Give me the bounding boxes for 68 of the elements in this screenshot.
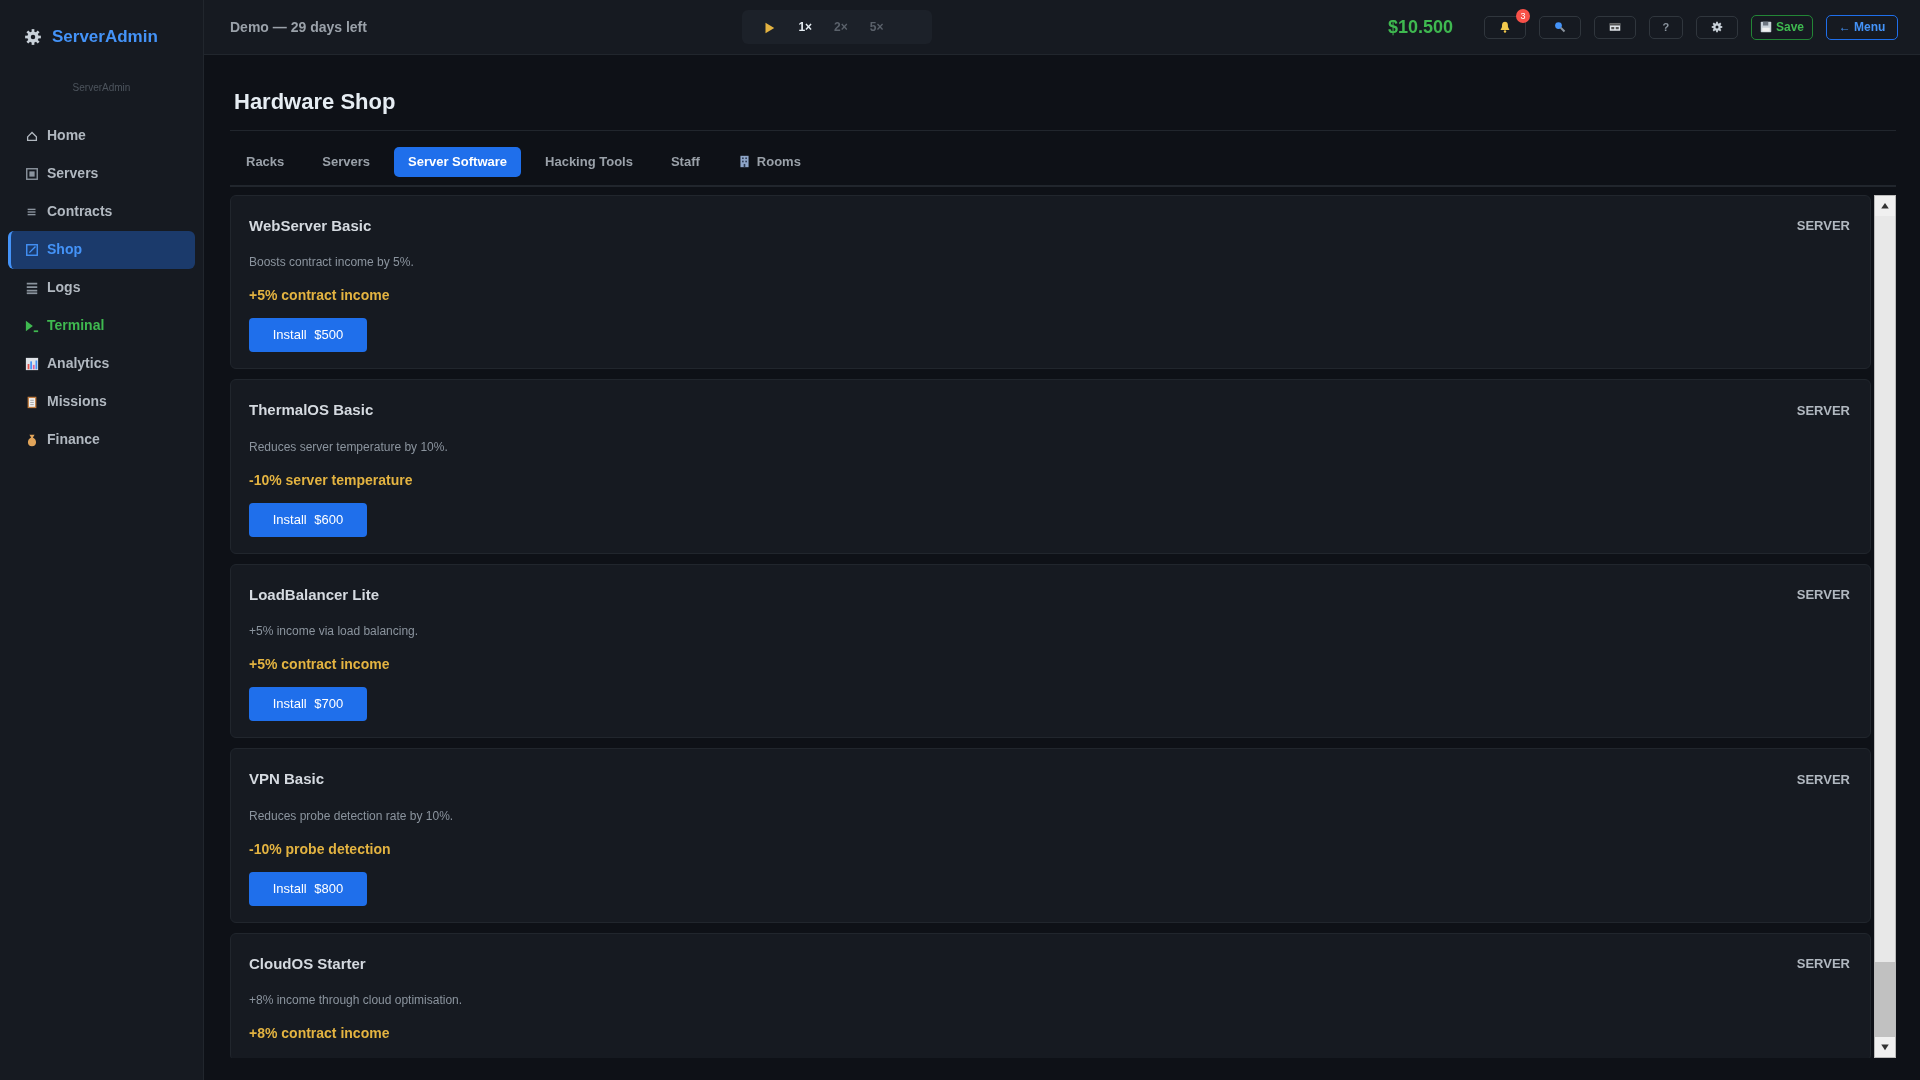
product-name: LoadBalancer Lite <box>249 584 380 605</box>
tab[interactable]: Server Software <box>394 147 522 177</box>
sidebar-item[interactable]: Servers <box>8 154 195 193</box>
install-button[interactable]: Install $600 <box>249 502 367 537</box>
speed-button[interactable]: 1× <box>788 16 823 38</box>
sidebar-item[interactable]: Terminal <box>8 306 195 345</box>
sidebar-item[interactable]: Shop <box>8 230 195 269</box>
sidebar-item[interactable]: Analytics <box>8 344 195 383</box>
sidebar-item[interactable]: Logs <box>8 268 195 307</box>
product-name: ThermalOS Basic <box>249 400 374 420</box>
floppy-icon <box>1759 21 1772 33</box>
product-description: Reduces server temperature by 10%. <box>249 438 449 456</box>
sidebar-item[interactable]: Contracts <box>8 192 195 231</box>
category-label: SERVER <box>1796 586 1850 604</box>
down-arrow-icon <box>1880 1042 1890 1052</box>
install-button[interactable]: Install $700 <box>249 687 367 721</box>
product-description: +8% income through cloud optimisation. <box>249 992 464 1009</box>
square-icon <box>25 166 39 181</box>
balance: $10.500 <box>1387 15 1453 39</box>
clipboard-icon <box>25 394 39 409</box>
sidebar-subtitle: ServerAdmin <box>71 80 132 95</box>
terminal-icon <box>25 318 39 333</box>
search-icon <box>1553 21 1566 33</box>
demo-notice: Demo — 29 days left <box>230 17 367 37</box>
effect-text: +5% contract income <box>249 286 391 305</box>
save-button[interactable]: Save <box>1750 14 1813 40</box>
search-button[interactable] <box>1538 15 1581 39</box>
install-button[interactable]: Install $800 <box>249 871 367 906</box>
money-bag-icon <box>25 432 39 447</box>
bell-icon <box>1498 21 1511 33</box>
tab[interactable]: Staff <box>656 147 714 177</box>
effect-text: -10% server temperature <box>249 470 414 490</box>
product-description: Boosts contract income by 5%. <box>249 254 415 271</box>
menu-button[interactable]: ← Menu <box>1826 14 1898 40</box>
help-button[interactable]: ? <box>1648 15 1683 39</box>
product-name: WebServer Basic <box>249 215 372 236</box>
category-label: SERVER <box>1796 217 1850 235</box>
sidebar-item[interactable]: Home <box>8 116 195 155</box>
tab[interactable]: Servers <box>308 147 385 177</box>
checkbox-icon <box>25 242 39 257</box>
product-description: +5% income via load balancing. <box>249 623 420 640</box>
category-label: SERVER <box>1796 401 1850 420</box>
product-description: Reduces probe detection rate by 10%. <box>249 807 455 825</box>
install-button[interactable]: Install $500 <box>249 318 367 352</box>
notification-count: 3 <box>1515 8 1530 23</box>
tab[interactable]: Hacking Tools <box>531 147 647 177</box>
effect-text: +8% contract income <box>249 1024 391 1043</box>
tab[interactable]: Racks <box>232 147 299 177</box>
bar-chart-icon <box>25 356 39 371</box>
gear-icon <box>24 27 42 46</box>
product-name: CloudOS Starter <box>249 953 366 974</box>
gear-icon <box>1710 21 1723 33</box>
scroll-thumb[interactable] <box>1875 962 1895 1037</box>
category-label: SERVER <box>1796 770 1850 789</box>
card-icon <box>1607 21 1622 33</box>
settings-button[interactable] <box>1695 15 1738 39</box>
sidebar-item[interactable]: Finance <box>8 420 195 459</box>
sidebar-item[interactable]: Missions <box>8 382 195 421</box>
page-title: Hardware Shop <box>234 88 397 116</box>
brand-name: ServerAdmin <box>52 26 158 48</box>
product-name: VPN Basic <box>249 769 325 789</box>
tab[interactable]: Rooms <box>723 147 815 177</box>
layout-button[interactable] <box>1593 15 1636 39</box>
effect-text: +5% contract income <box>249 655 391 674</box>
category-label: SERVER <box>1796 955 1850 973</box>
scrollbar[interactable] <box>1874 194 1896 1058</box>
list-icon <box>25 280 39 295</box>
effect-text: -10% probe detection <box>249 839 392 859</box>
